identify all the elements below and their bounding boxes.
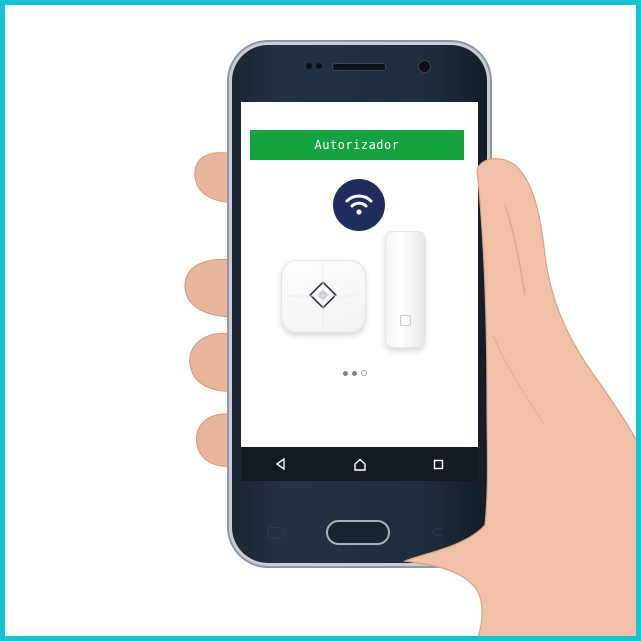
app-header-label: Autorizador (314, 138, 400, 152)
wifi-badge (333, 179, 385, 231)
earpiece-speaker (332, 63, 386, 71)
android-nav-bar (241, 447, 478, 481)
phone-screen: Autorizador (241, 102, 478, 481)
sensor-indicator-icon (400, 315, 411, 326)
phone: Autorizador (232, 45, 487, 563)
image-frame: Autorizador (0, 0, 641, 641)
back-button[interactable] (266, 449, 296, 479)
menu-key-icon (268, 527, 284, 539)
back-key-icon (431, 528, 442, 536)
light-sensor-icon (316, 63, 322, 69)
carousel-pager[interactable] (343, 370, 367, 376)
recents-square-icon (433, 459, 444, 469)
home-button[interactable] (345, 449, 375, 479)
home-outline-icon (353, 458, 366, 471)
recents-button[interactable] (424, 449, 454, 479)
proximity-sensor-icon (306, 63, 312, 69)
smart-hub-device (281, 260, 366, 333)
diamond-logo-icon (285, 264, 362, 329)
app-header-bar: Autorizador (250, 130, 464, 160)
back-triangle-icon (275, 458, 285, 470)
pager-dot[interactable] (343, 370, 348, 376)
wifi-icon (345, 194, 373, 215)
pager-dot[interactable] (352, 370, 357, 376)
pager-dot[interactable] (361, 370, 367, 376)
front-camera-icon (418, 60, 431, 73)
physical-home-button[interactable] (326, 520, 390, 545)
door-sensor-device (385, 231, 425, 348)
